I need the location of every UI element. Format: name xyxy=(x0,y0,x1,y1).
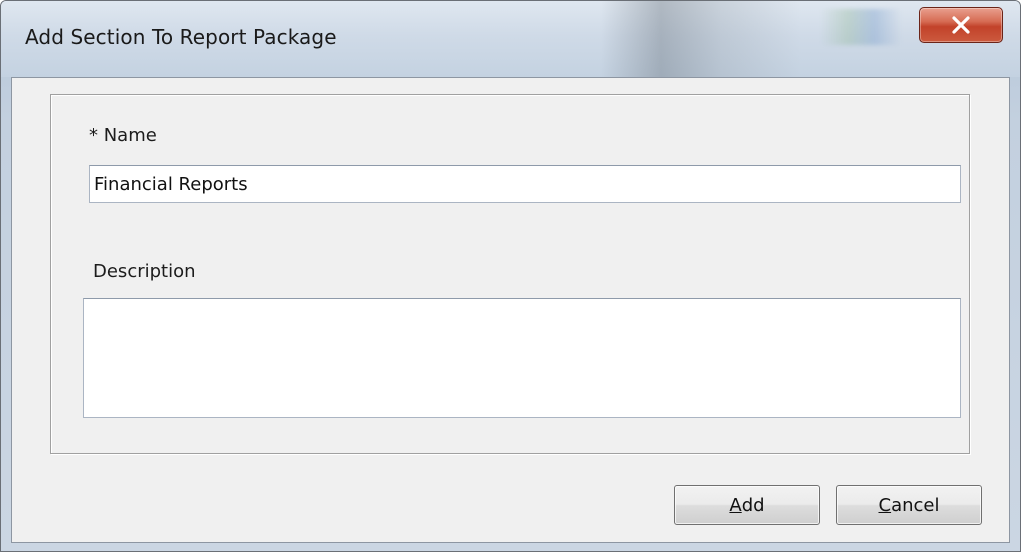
cancel-button-label: ancel xyxy=(891,494,940,516)
cancel-button[interactable]: Cancel xyxy=(836,485,982,525)
title-bar[interactable]: Add Section To Report Package xyxy=(1,1,1020,77)
window-title: Add Section To Report Package xyxy=(25,25,337,49)
dialog-client-area: * Name Description Add Cancel xyxy=(11,77,1010,543)
add-button-label: dd xyxy=(741,494,765,516)
name-input[interactable] xyxy=(89,165,961,203)
description-input[interactable] xyxy=(83,298,961,418)
dialog-window: Add Section To Report Package * Name Des… xyxy=(0,0,1021,552)
add-button-mnemonic: A xyxy=(729,494,742,516)
form-groupbox: * Name Description xyxy=(50,94,970,454)
cancel-button-mnemonic: C xyxy=(878,494,892,516)
background-glint xyxy=(821,9,901,45)
close-icon xyxy=(952,16,970,34)
name-label: * Name xyxy=(89,125,157,146)
add-button[interactable]: Add xyxy=(674,485,820,525)
close-button[interactable] xyxy=(919,7,1003,43)
description-label: Description xyxy=(93,261,196,282)
